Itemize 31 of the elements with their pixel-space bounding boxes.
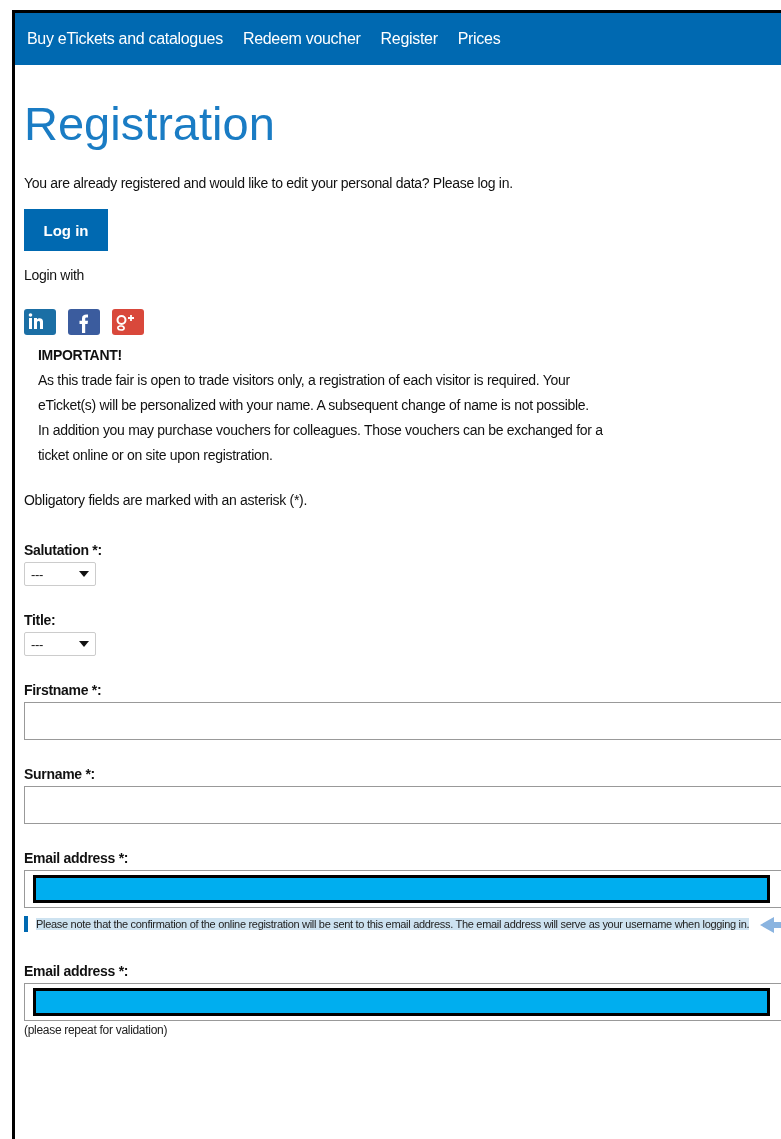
caret-icon <box>79 641 89 647</box>
input-field[interactable] <box>24 786 781 824</box>
notice-text: As this trade fair is open to trade visitors only, a registration of each visitor is required. Your eTicket(s) will be personalized with your name. A subsequent change of name is not possible. <box>38 371 590 415</box>
nav-link[interactable]: Register <box>380 30 438 48</box>
notice-title: IMPORTANT! <box>38 346 123 365</box>
page-heading: Registration <box>24 97 276 151</box>
field-label: Salutation *: <box>24 542 103 558</box>
field-note: Please note that the confirmation of the online registration will be sent to this email address. The email address will serve as your username when logging in. <box>35 917 750 932</box>
input-field[interactable] <box>24 983 781 1021</box>
linkedin-icon[interactable] <box>24 309 56 335</box>
dropdown[interactable]: --- <box>24 632 96 656</box>
field-label: Surname *: <box>24 766 96 782</box>
input-field[interactable] <box>24 870 781 908</box>
field-label: Title: <box>24 612 57 628</box>
facebook-icon[interactable] <box>68 309 100 335</box>
intro-text: You are already registered and would like to edit your personal data? Please log in. <box>24 175 514 191</box>
field-label: Firstname *: <box>24 682 103 698</box>
nav-link[interactable]: Buy eTickets and catalogues <box>27 30 223 48</box>
google-plus-icon[interactable] <box>112 309 144 335</box>
notice-text: In addition you may purchase vouchers for colleagues. Those vouchers can be exchanged for a ticket online or on site upon registration. <box>38 421 604 465</box>
nav-link[interactable]: Redeem voucher <box>242 30 361 48</box>
field-label: Email address *: <box>24 963 130 979</box>
nav-link[interactable]: Prices <box>457 30 501 48</box>
caret-icon <box>79 571 89 577</box>
field-hint: (please repeat for validation) <box>24 1023 169 1037</box>
field-label: Email address *: <box>24 850 130 866</box>
login-button[interactable]: Log in <box>24 209 108 251</box>
login-with-label: Login with <box>24 267 86 283</box>
dropdown[interactable]: --- <box>24 562 96 586</box>
input-field[interactable] <box>24 702 781 740</box>
obligatory-note: Obligatory fields are marked with an asterisk (*). <box>24 492 308 508</box>
